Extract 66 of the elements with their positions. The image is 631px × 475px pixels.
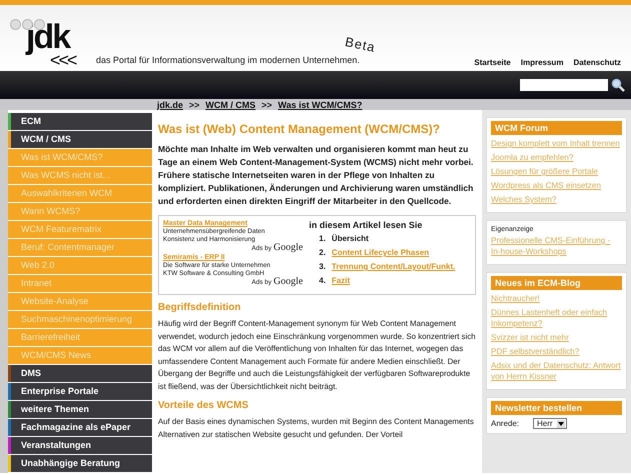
sidebar-item[interactable]: Veranstaltungen	[8, 437, 152, 454]
search-field[interactable]	[520, 79, 608, 91]
sidebar-item[interactable]: Fachmagazine als ePaper	[8, 419, 152, 436]
breadcrumb-link[interactable]: WCM / CMS	[206, 100, 256, 110]
toc-link[interactable]: Content Lifecycle Phasen	[332, 248, 430, 257]
toc-heading: in diesem Artikel lesen Sie	[309, 220, 424, 230]
toc-link[interactable]: Fazit	[332, 276, 350, 285]
blog-link[interactable]: Dünnes Lastenheft oder einfach Inkompetenz?	[491, 307, 622, 329]
breadcrumb-separator: >>	[189, 100, 200, 110]
blog-link[interactable]: Adsix und der Datenschutz: Antwort von Herrn Kissner	[491, 360, 622, 382]
promo-link[interactable]: Professionelle CMS-Einführung - In-house-Workshops	[491, 235, 622, 257]
sidebar-subitem[interactable]: Intranet	[8, 275, 152, 292]
sidebar-item[interactable]: ECM	[8, 113, 152, 130]
beta-label: Beta	[344, 34, 377, 56]
sidebar-item[interactable]: Enterprise Portale	[8, 383, 152, 400]
forum-link[interactable]: Lösungen für größere Portale	[491, 166, 622, 177]
card-title: Newsletter bestellen	[491, 401, 622, 415]
field-label: Anrede:	[491, 419, 520, 428]
sidebar-item[interactable]: DMS	[8, 365, 152, 382]
caret-icon	[556, 420, 565, 428]
breadcrumb-link[interactable]: Was ist WCM/CMS?	[278, 100, 362, 110]
sidebar-subitem[interactable]: Web 2.0	[8, 257, 152, 274]
search-icon[interactable]	[611, 78, 625, 92]
sidebar-subitem[interactable]: Auswahlkriterien WCM	[8, 185, 152, 202]
top-nav-link[interactable]: Impressum	[520, 58, 564, 67]
blog-link[interactable]: Nichtraucher!	[491, 293, 622, 304]
logo-arrows: <<<	[50, 53, 76, 67]
card-title: Neues im ECM-Blog	[491, 276, 622, 290]
toc-link[interactable]: Trennung Content/Layout/Funkt.	[332, 262, 456, 271]
sidebar-subitem[interactable]: Was ist WCM/CMS?	[8, 149, 152, 166]
sidebar-item[interactable]: Unabhängige Beratung	[8, 455, 152, 472]
sidebar-subitem[interactable]: Beruf: Contentmanager	[8, 239, 152, 256]
toc-number: 2.	[319, 248, 326, 257]
sidebar-subitem[interactable]: Suchmaschinenoptimierung	[8, 311, 152, 328]
forum-link[interactable]: Design komplett vom Inhalt trennen	[491, 138, 622, 149]
breadcrumb-link[interactable]: jdk.de	[157, 100, 184, 110]
top-nav-link[interactable]: Startseite	[474, 58, 511, 67]
sidebar-item[interactable]: WCM / CMS	[8, 131, 152, 148]
forum-link[interactable]: Wordpress als CMS einsetzen	[491, 180, 622, 191]
toc-item: Übersicht	[332, 234, 369, 243]
sidebar-item[interactable]: weitere Themen	[8, 401, 152, 418]
sidebar-subitem[interactable]: Wann WCMS?	[8, 203, 152, 220]
logo-text: jdk	[26, 21, 70, 53]
sidebar-subitem[interactable]: WCM Featurematrix	[8, 221, 152, 238]
sidebar-subitem[interactable]: WCM/CMS News	[8, 347, 152, 364]
intro-paragraph: Möchte man Inhalte im Web verwalten und organisieren kommt man heut zu Tage an einem Web Content-Management-System (WCMS) nicht mehr vorbei. Frühere statische Internetseiten waren in der Pflege von Inhalten zu kompliziert. Publikationen, Änderungen und Archivierung waren umständlich und erforderten einen direkten Eingriff der Mitarbeiter in den Quellcode.	[158, 143, 474, 208]
sidebar-subitem[interactable]: Was WCMS nicht ist...	[8, 167, 152, 184]
section-heading: Vorteile des WCMS	[158, 400, 250, 411]
blog-link[interactable]: Svizzer ist nicht mehr	[491, 332, 622, 343]
toc-number: 4.	[319, 276, 326, 285]
toc-number: 3.	[319, 262, 326, 271]
toc-number: 1.	[319, 234, 326, 243]
tagline: das Portal für Informationsverwaltung im modernen Unternehmen.	[96, 55, 360, 65]
blog-link[interactable]: PDF selbstverständlich?	[491, 346, 622, 357]
top-nav-link[interactable]: Datenschutz	[573, 58, 621, 67]
article-title: Was ist (Web) Content Management (WCM/CMS)?	[158, 122, 441, 136]
forum-link[interactable]: Welches System?	[491, 194, 622, 205]
card-title: WCM Forum	[491, 121, 622, 135]
google-label: Google	[274, 244, 303, 252]
google-label: Google	[274, 278, 303, 286]
salutation-dropdown[interactable]: Herr	[533, 418, 567, 429]
sidebar-subitem[interactable]: Barrierefreiheit	[8, 329, 152, 346]
section-heading: Begriffsdefinition	[158, 302, 242, 313]
sidebar-subitem[interactable]: Website-Analyse	[8, 293, 152, 310]
breadcrumb-separator: >>	[262, 100, 272, 110]
forum-link[interactable]: Joomla zu empfehlen?	[491, 152, 622, 163]
